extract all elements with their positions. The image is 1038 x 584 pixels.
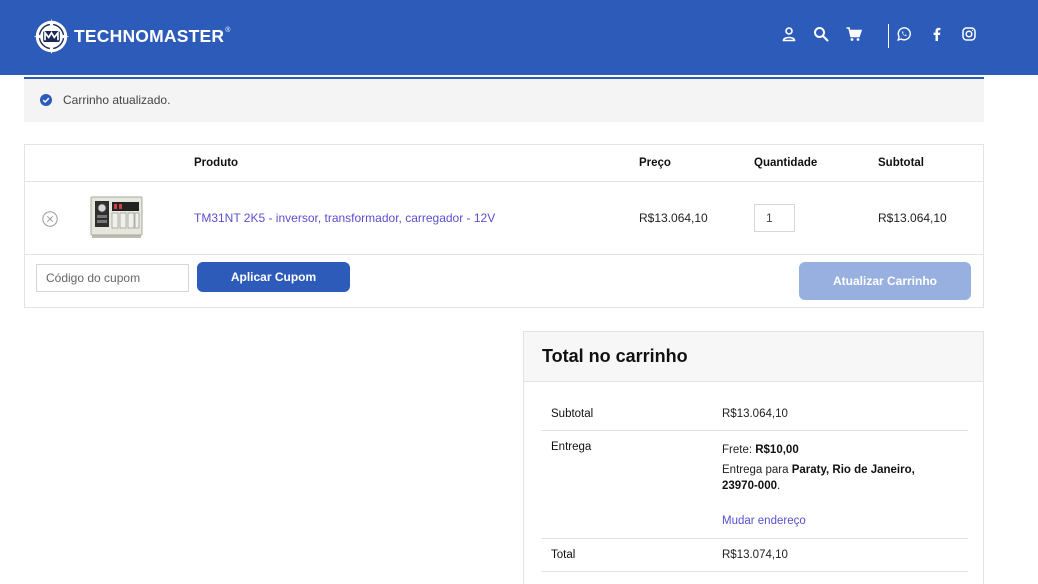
cart-table-header: Produto Preço Quantidade Subtotal [25, 145, 983, 182]
facebook-icon[interactable] [929, 26, 945, 42]
product-name-link[interactable]: TM31NT 2K5 - inversor, transformador, ca… [194, 211, 495, 225]
cart-icon[interactable] [846, 26, 862, 42]
logo-text: TECHNOMASTER® [74, 25, 231, 46]
header-price: Preço [639, 157, 671, 169]
total-value: R$13.074,10 [722, 549, 788, 561]
quantity-input[interactable] [754, 204, 795, 232]
whatsapp-icon[interactable] [896, 26, 912, 42]
check-circle-icon [40, 94, 52, 106]
header-quantity: Quantidade [754, 157, 818, 169]
header-divider [888, 24, 889, 48]
shipping-label: Entrega [551, 441, 592, 453]
divider [541, 571, 968, 572]
logo[interactable]: TECHNOMASTER® [33, 17, 231, 55]
product-price: R$13.064,10 [639, 211, 708, 225]
cart-totals: Total no carrinho Subtotal R$13.064,10 E… [523, 331, 984, 584]
update-cart-button[interactable]: Atualizar Carrinho [799, 262, 971, 300]
cart-table: Produto Preço Quantidade Subtotal TM31NT… [24, 144, 984, 308]
header-product: Produto [194, 157, 239, 169]
coupon-code-input[interactable] [36, 264, 189, 292]
instagram-icon[interactable] [961, 26, 977, 42]
change-address-link[interactable]: Mudar endereço [722, 515, 806, 527]
subtotal-label: Subtotal [551, 408, 594, 420]
shipping-freight: Frete: R$10,00 [722, 444, 799, 456]
product-thumbnail[interactable] [88, 193, 145, 242]
cart-updated-notice: Carrinho atualizado. [24, 77, 984, 122]
divider [541, 430, 968, 431]
divider [541, 538, 968, 539]
shipping-destination: Entrega para Paraty, Rio de Janeiro, 2397… [722, 464, 915, 492]
apply-coupon-button[interactable]: Aplicar Cupom [197, 262, 350, 292]
site-header: TECHNOMASTER® [0, 0, 1038, 75]
product-subtotal: R$13.064,10 [878, 211, 947, 225]
header-subtotal: Subtotal [878, 157, 924, 169]
cart-totals-title: Total no carrinho [542, 346, 688, 366]
subtotal-value: R$13.064,10 [722, 408, 788, 420]
search-icon[interactable] [813, 26, 829, 42]
remove-item-icon[interactable] [42, 211, 58, 227]
cart-item-row: TM31NT 2K5 - inversor, transformador, ca… [25, 182, 983, 255]
cart-totals-header: Total no carrinho [524, 332, 983, 382]
user-icon[interactable] [781, 26, 797, 42]
total-label: Total [551, 549, 576, 561]
logo-mark-icon [33, 18, 70, 54]
notice-text: Carrinho atualizado. [63, 93, 171, 107]
